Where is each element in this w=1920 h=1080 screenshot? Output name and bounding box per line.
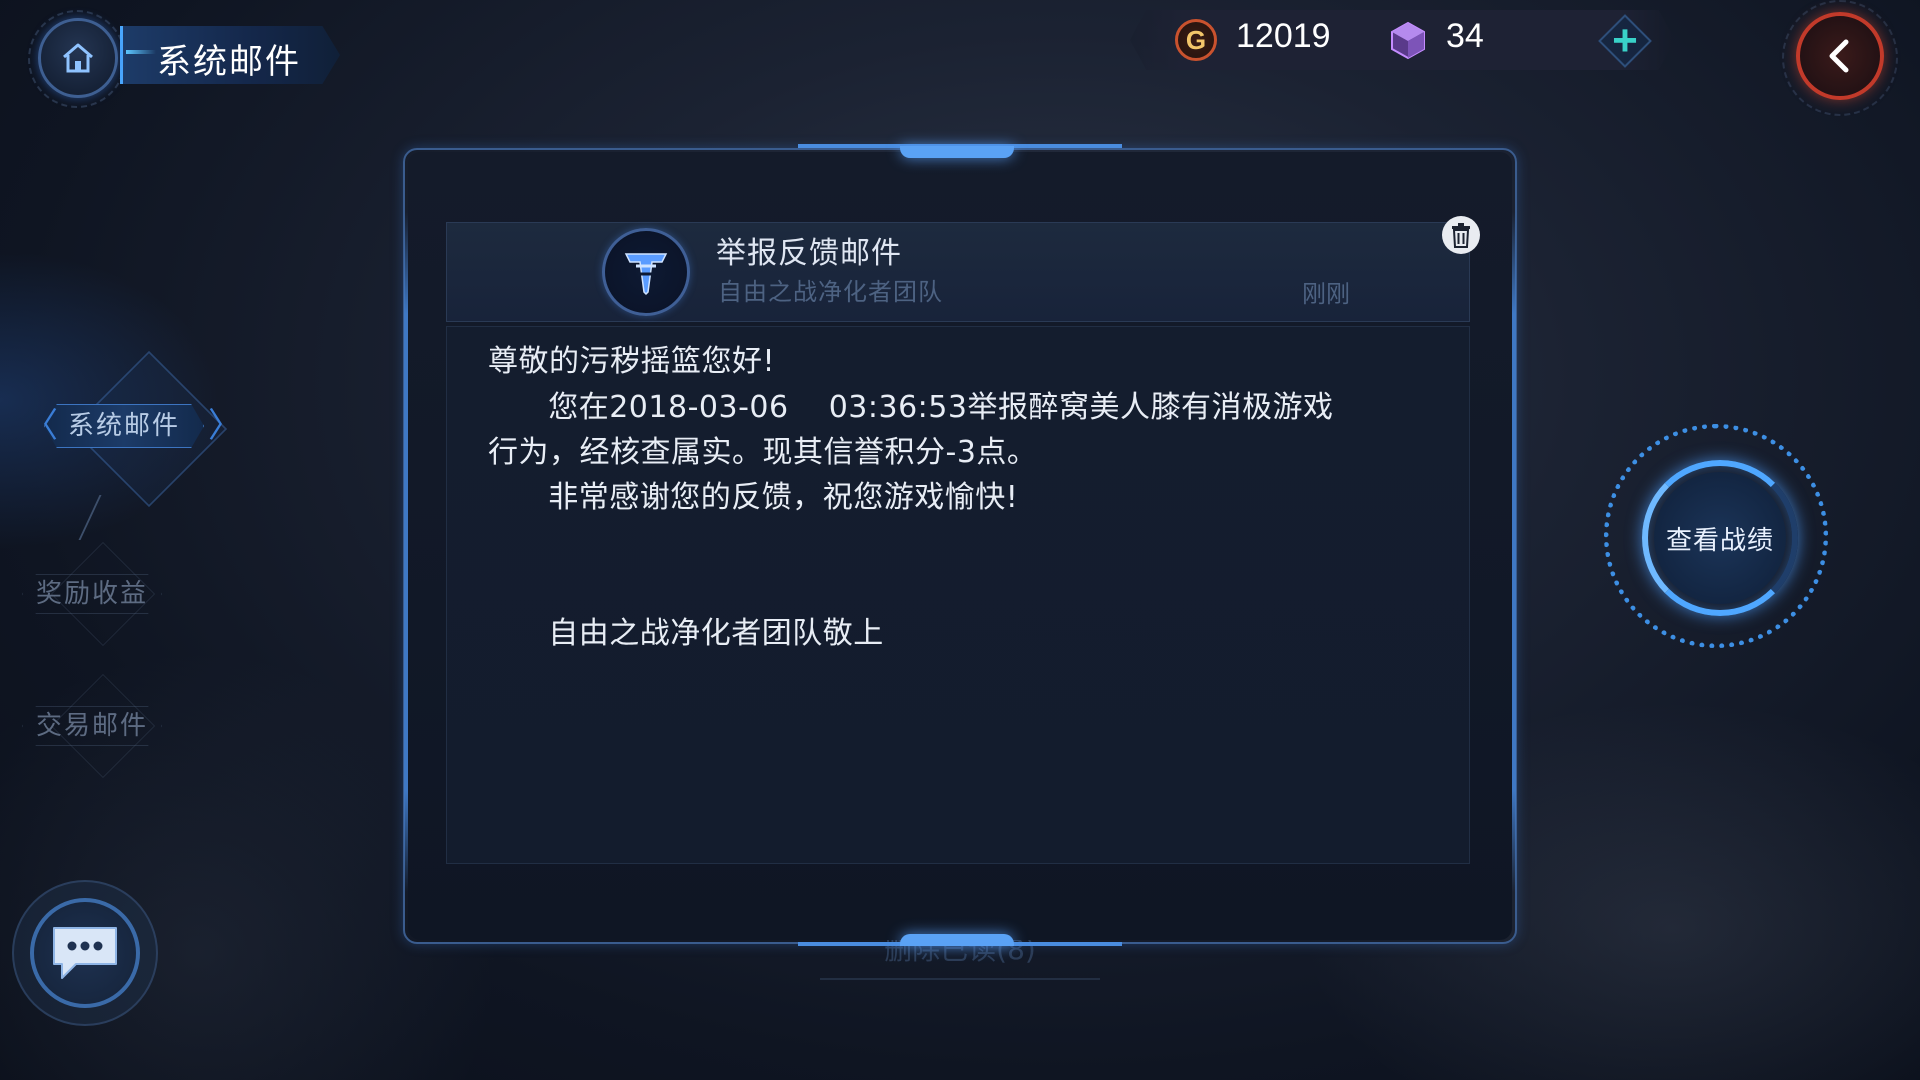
gem-amount: 34	[1446, 17, 1484, 55]
mail-body-line: 非常感谢您的反馈，祝您游戏愉快!	[488, 480, 1019, 515]
title-arrow-decoration	[126, 50, 156, 54]
add-currency-button[interactable]: +	[1600, 16, 1650, 66]
mail-title: 举报反馈邮件	[716, 236, 902, 271]
panel-bottom-notch	[900, 934, 1014, 946]
nav-tab-system-mail[interactable]: 〈 系统邮件 〉	[24, 350, 242, 508]
back-button[interactable]	[1796, 12, 1884, 100]
mail-time: 刚刚	[1302, 280, 1350, 308]
page-title-plate: 系统邮件	[120, 26, 340, 84]
nav-tab-trade-mail[interactable]: 交易邮件	[22, 673, 162, 779]
plus-icon: +	[1612, 16, 1638, 65]
nav-tab-label: 奖励收益	[22, 568, 162, 620]
panel-edge-light	[1512, 212, 1516, 892]
gold-amount: 12019	[1236, 17, 1331, 55]
nav-tab-label: 系统邮件	[67, 411, 180, 441]
team-emblem-icon	[624, 253, 668, 296]
page-title: 系统邮件	[157, 42, 301, 82]
gem-cube-icon	[1391, 21, 1425, 60]
delete-mail-button[interactable]	[1442, 216, 1480, 254]
nav-tab-rewards[interactable]: 奖励收益	[22, 541, 162, 647]
chevron-left-icon	[1829, 39, 1849, 73]
view-stats-button[interactable]: 查看战绩	[1654, 472, 1786, 604]
chat-button[interactable]	[30, 898, 140, 1008]
gold-coin-icon: G	[1175, 19, 1217, 61]
panel-top-notch	[900, 146, 1014, 158]
mail-body-line: 您在2018-03-06 03:36:53举报醉窝美人膝有消极游戏	[488, 390, 1334, 425]
panel-edge-light	[404, 212, 408, 892]
mail-greeting: 尊敬的污秽摇篮您好!	[488, 344, 776, 379]
sender-logo	[602, 228, 690, 316]
chat-bubble-icon	[53, 927, 117, 979]
chevron-right-icon: 〉	[208, 406, 242, 446]
nav-tab-label: 交易邮件	[22, 700, 162, 752]
home-button[interactable]	[38, 18, 118, 98]
mail-body-line: 行为，经核查属实。现其信誉积分-3点。	[488, 435, 1038, 470]
mail-signature: 自由之战净化者团队敬上	[488, 616, 884, 651]
trash-icon	[1452, 223, 1470, 248]
mail-sender: 自由之战净化者团队	[718, 278, 943, 306]
home-icon	[63, 43, 93, 73]
